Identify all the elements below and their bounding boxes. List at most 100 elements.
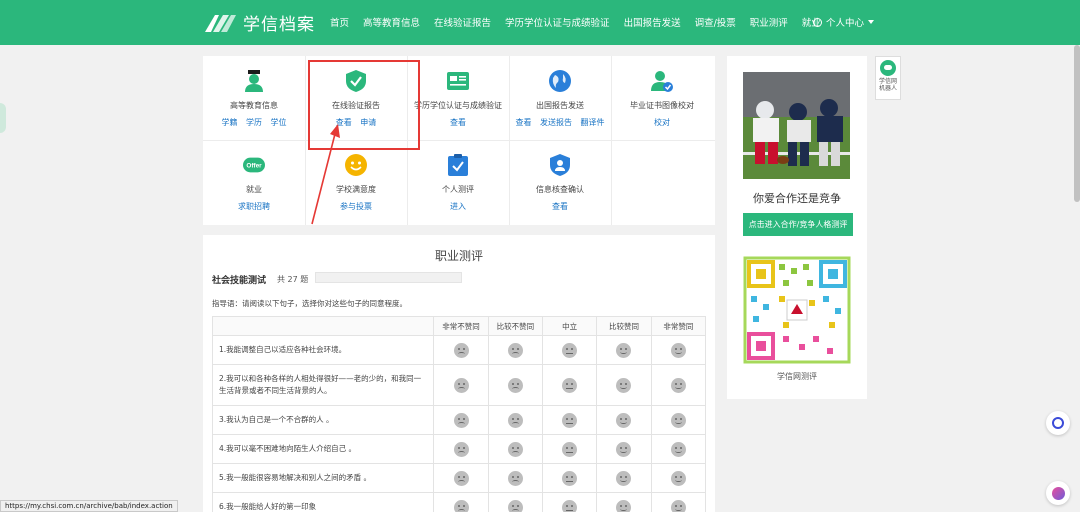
link-verify[interactable]: 校对 (654, 118, 670, 127)
service-name: 学历学位认证与成绩验证 (414, 101, 502, 110)
service-name: 高等教育信息 (230, 101, 278, 110)
neutral-face-icon[interactable] (562, 412, 578, 428)
question-text: 6.我一般能给人好的第一印象 (211, 492, 435, 512)
column-header: 非常不赞同 (433, 316, 489, 336)
service-name: 就业 (246, 185, 262, 194)
assessment-guide: 指导语：请阅读以下句子，选择你对这些句子的同意程度。 (212, 299, 407, 308)
strongly-agree-face-icon[interactable] (670, 499, 686, 512)
service-name: 信息核查确认 (536, 185, 584, 194)
assessment-title: 职业测评 (434, 249, 483, 263)
promo-button[interactable]: 点击进入合作/竞争人格测评 (743, 213, 853, 236)
scrollbar[interactable] (1074, 45, 1080, 202)
nav-item-home[interactable]: 首页 (330, 15, 349, 29)
strongly-agree-face-icon[interactable] (670, 441, 686, 457)
service-certification[interactable]: 学历学位认证与成绩验证 查看 (407, 56, 509, 140)
neutral-face-icon[interactable] (562, 377, 578, 393)
table-row: 3.我认为自己是一个不合群的人 。 (211, 405, 707, 435)
chat-robot-widget[interactable]: 学信网 机器人 (875, 56, 901, 100)
table-row: 5.我一般能很容易地解决和别人之间的矛盾 。 (211, 463, 707, 493)
strongly-disagree-face-icon[interactable] (453, 470, 469, 486)
disagree-face-icon[interactable] (507, 499, 523, 512)
disagree-face-icon[interactable] (507, 412, 523, 428)
agree-face-icon[interactable] (616, 412, 632, 428)
neutral-face-icon[interactable] (562, 342, 578, 358)
assistant-button[interactable] (1046, 481, 1070, 505)
disagree-face-icon[interactable] (507, 441, 523, 457)
strongly-disagree-face-icon[interactable] (453, 412, 469, 428)
promo-photo[interactable] (743, 72, 850, 179)
strongly-disagree-face-icon[interactable] (453, 377, 469, 393)
agree-face-icon[interactable] (616, 441, 632, 457)
service-higher-education[interactable]: 高等教育信息 学籍 学历 学位 (203, 56, 305, 140)
user-menu-label: 个人中心 (826, 18, 865, 29)
agree-face-icon[interactable] (616, 499, 632, 512)
chat-icon (1052, 417, 1064, 429)
disagree-face-icon[interactable] (507, 342, 523, 358)
nav-item-online-report[interactable]: 在线验证报告 (434, 15, 491, 29)
nav-item-survey[interactable]: 调查/投票 (695, 15, 736, 29)
smile-icon (345, 154, 367, 176)
link-student-status[interactable]: 学籍 (221, 118, 237, 127)
nav-item-higher-education[interactable]: 高等教育信息 (363, 15, 420, 29)
service-employment[interactable]: Offer 就业 求职招聘 (203, 140, 305, 224)
user-menu[interactable]: 个人中心 (813, 15, 875, 29)
strongly-agree-face-icon[interactable] (670, 377, 686, 393)
link-degree[interactable]: 学位 (271, 118, 287, 127)
table-row: 6.我一般能给人好的第一印象 (211, 492, 707, 512)
robot-icon (880, 60, 896, 76)
agree-face-icon[interactable] (616, 470, 632, 486)
nav-item-career-test[interactable]: 职业测评 (750, 15, 788, 29)
globe-icon (549, 70, 571, 92)
strongly-disagree-face-icon[interactable] (453, 499, 469, 512)
promo-sidebar: 你爱合作还是竞争 点击进入合作/竞争人格测评 学信网测评 (727, 56, 867, 399)
link-enter[interactable]: 进入 (450, 202, 466, 211)
column-header: 比较赞同 (596, 316, 652, 336)
agree-face-icon[interactable] (616, 377, 632, 393)
agree-face-icon[interactable] (616, 342, 632, 358)
service-personal-test[interactable]: 个人测评 进入 (407, 140, 509, 224)
disagree-face-icon[interactable] (507, 377, 523, 393)
user-check-icon (651, 70, 673, 92)
annotation-arrow-icon (311, 124, 340, 225)
link-translation[interactable]: 翻译件 (581, 118, 605, 127)
service-info-verification[interactable]: 信息核查确认 查看 (509, 140, 611, 224)
neutral-face-icon[interactable] (562, 470, 578, 486)
service-name: 出国报告发送 (536, 101, 584, 110)
disagree-face-icon[interactable] (507, 470, 523, 486)
link-send-report[interactable]: 发送报告 (540, 118, 572, 127)
side-floating-tab[interactable] (0, 103, 6, 133)
strongly-disagree-face-icon[interactable] (453, 342, 469, 358)
question-text: 2.我可以和各种各样的人相处得很好——老的少的，和我同一生活背景或者不同生活背景… (211, 364, 435, 406)
service-name: 毕业证书图像校对 (630, 101, 694, 110)
top-navbar: 学信档案 首页 高等教育信息 在线验证报告 学历学位认证与成绩验证 出国报告发送… (0, 0, 1080, 45)
svg-text:Offer: Offer (246, 163, 262, 170)
service-name: 个人测评 (442, 185, 474, 194)
link-view[interactable]: 查看 (515, 118, 531, 127)
promo-title: 你爱合作还是竞争 (753, 192, 841, 205)
chat-bubble-button[interactable] (1046, 411, 1070, 435)
question-count: 共 27 题 (277, 275, 309, 284)
link-view[interactable]: 查看 (552, 202, 568, 211)
nav-item-abroad-report[interactable]: 出国报告发送 (624, 15, 681, 29)
strongly-agree-face-icon[interactable] (670, 412, 686, 428)
certificate-icon (447, 70, 469, 92)
neutral-face-icon[interactable] (562, 499, 578, 512)
logo-mark-icon (203, 12, 237, 34)
question-text: 1.我能调整自己以适应各种社会环境。 (211, 335, 435, 365)
link-degree-record[interactable]: 学历 (246, 118, 262, 127)
service-certificate-check[interactable]: 毕业证书图像校对 校对 (611, 56, 713, 140)
strongly-agree-face-icon[interactable] (670, 342, 686, 358)
neutral-face-icon[interactable] (562, 441, 578, 457)
progress-bar (315, 272, 462, 283)
nav-item-certification[interactable]: 学历学位认证与成绩验证 (505, 15, 610, 29)
link-vote[interactable]: 参与投票 (340, 202, 372, 211)
brain-icon (1051, 486, 1065, 500)
link-job-search[interactable]: 求职招聘 (238, 202, 270, 211)
site-logo[interactable]: 学信档案 (203, 10, 315, 35)
link-view[interactable]: 查看 (450, 118, 466, 127)
strongly-disagree-face-icon[interactable] (453, 441, 469, 457)
strongly-agree-face-icon[interactable] (670, 470, 686, 486)
service-abroad-report[interactable]: 出国报告发送 查看 发送报告 翻译件 (509, 56, 611, 140)
column-header: 中立 (541, 316, 598, 336)
question-text: 5.我一般能很容易地解决和别人之间的矛盾 。 (211, 463, 435, 493)
